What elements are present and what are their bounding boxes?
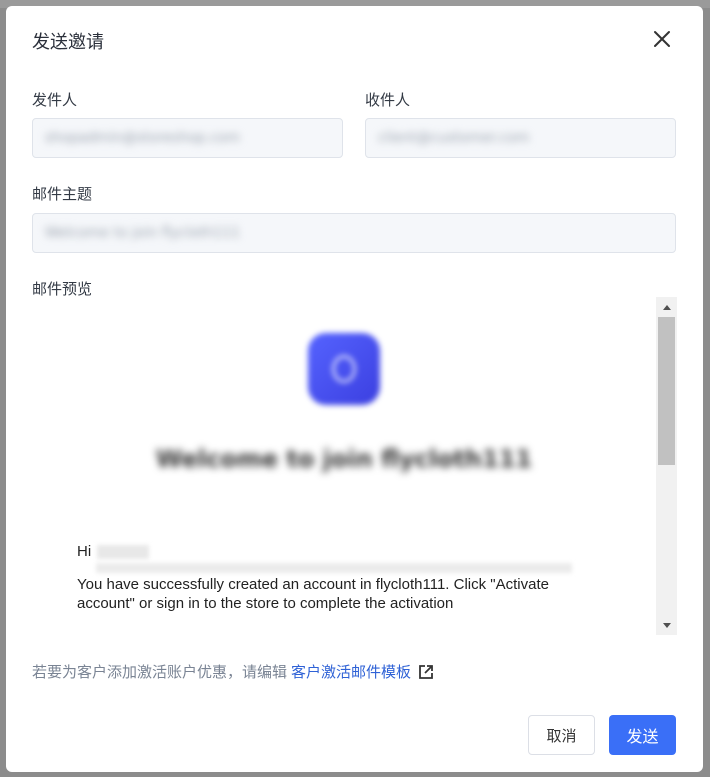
sender-label: 发件人	[32, 91, 78, 109]
subject-label: 邮件主题	[32, 185, 93, 203]
email-preview[interactable]: Welcome to join flycloth111 Hi You have …	[32, 297, 677, 635]
greeting-line: Hi	[77, 543, 150, 560]
sender-value: shopadmin@storeshop.com	[45, 130, 240, 146]
email-preview-content: Welcome to join flycloth111 Hi You have …	[32, 297, 656, 635]
logo-glyph	[332, 355, 356, 383]
send-invite-dialog: 发送邀请 发件人 shopadmin@storeshop.com 收件人 cli…	[6, 6, 703, 772]
greeting-text: Hi	[77, 543, 92, 560]
external-link-icon[interactable]	[417, 663, 435, 681]
email-message: You have successfully created an account…	[77, 576, 549, 612]
activation-template-link[interactable]: 客户激活邮件模板	[291, 661, 411, 682]
preview-scrollbar[interactable]	[656, 297, 677, 635]
activation-hint: 若要为客户添加激活账户优惠，请编辑 客户激活邮件模板	[32, 661, 435, 682]
dialog-title: 发送邀请	[32, 32, 104, 53]
scroll-up-button[interactable]	[656, 297, 677, 317]
recipient-field[interactable]: client@customer.com	[365, 118, 676, 158]
recipient-label: 收件人	[365, 91, 411, 109]
hint-text: 若要为客户添加激活账户优惠，请编辑	[32, 663, 288, 681]
cancel-button[interactable]: 取消	[528, 715, 595, 755]
welcome-heading: Welcome to join flycloth111	[155, 445, 533, 473]
subject-value: Welcome to join flycloth111	[45, 225, 241, 241]
recipient-value: client@customer.com	[378, 130, 530, 146]
redacted-name	[97, 545, 150, 560]
redacted-strip	[96, 563, 572, 573]
sender-field[interactable]: shopadmin@storeshop.com	[32, 118, 343, 158]
subject-field[interactable]: Welcome to join flycloth111	[32, 213, 676, 253]
scroll-thumb[interactable]	[658, 317, 675, 465]
arrow-up-icon	[662, 304, 671, 310]
close-icon[interactable]	[651, 28, 673, 50]
arrow-down-icon	[662, 622, 671, 628]
preview-label: 邮件预览	[32, 280, 93, 298]
scroll-down-button[interactable]	[656, 615, 677, 635]
send-button[interactable]: 发送	[609, 715, 676, 755]
store-logo	[308, 333, 380, 405]
